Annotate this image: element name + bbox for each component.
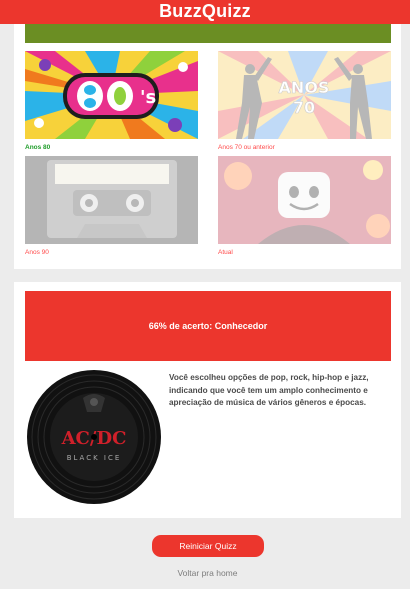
option-caption: Atual	[218, 249, 233, 256]
marshmello-dj-image	[218, 156, 391, 244]
option-caption: Anos 70 ou anterior	[218, 144, 275, 151]
70s-disco-dancers-image: ANOS 70	[218, 51, 391, 139]
back-home-label: Voltar pra home	[177, 568, 238, 578]
option-caption: Anos 80	[25, 144, 51, 151]
option-anos-90[interactable]: Anos 90	[25, 156, 198, 257]
app-title: BuzzQuizz	[159, 1, 251, 21]
80s-retro-logo-image: 's	[25, 51, 198, 139]
result-title: 66% de acerto: Conhecedor	[148, 321, 268, 331]
svg-text:ANOS: ANOS	[279, 78, 330, 97]
90s-cassette-tape-image	[25, 156, 198, 244]
option-anos-80[interactable]: 's Anos 80	[25, 51, 198, 152]
result-description: Você escolheu opções de pop, rock, hip-h…	[169, 373, 369, 407]
result-card: 66% de acerto: Conhecedor AC/DC BLACK IC…	[14, 282, 401, 518]
option-atual[interactable]: Atual	[218, 156, 391, 257]
option-anos-70[interactable]: ANOS 70 Anos 70 ou anterior	[218, 51, 391, 152]
top-bar: BuzzQuizz	[0, 0, 410, 24]
record-subtitle: BLACK ICE	[67, 454, 122, 462]
restart-quiz-button[interactable]: Reiniciar Quizz	[152, 535, 264, 557]
back-home-link[interactable]: Voltar pra home	[0, 568, 410, 578]
svg-text:70: 70	[293, 98, 315, 117]
result-title-banner: 66% de acerto: Conhecedor	[25, 291, 391, 361]
question-title-bar	[25, 24, 391, 43]
restart-quiz-label: Reiniciar Quizz	[179, 541, 237, 551]
svg-text:'s: 's	[140, 87, 156, 108]
acdc-vinyl-record-image: AC/DC BLACK ICE	[25, 368, 163, 506]
question-card: 's Anos 80 ANOS 70 Anos 70 ou anterior A…	[14, 24, 401, 269]
option-caption: Anos 90	[25, 249, 49, 256]
